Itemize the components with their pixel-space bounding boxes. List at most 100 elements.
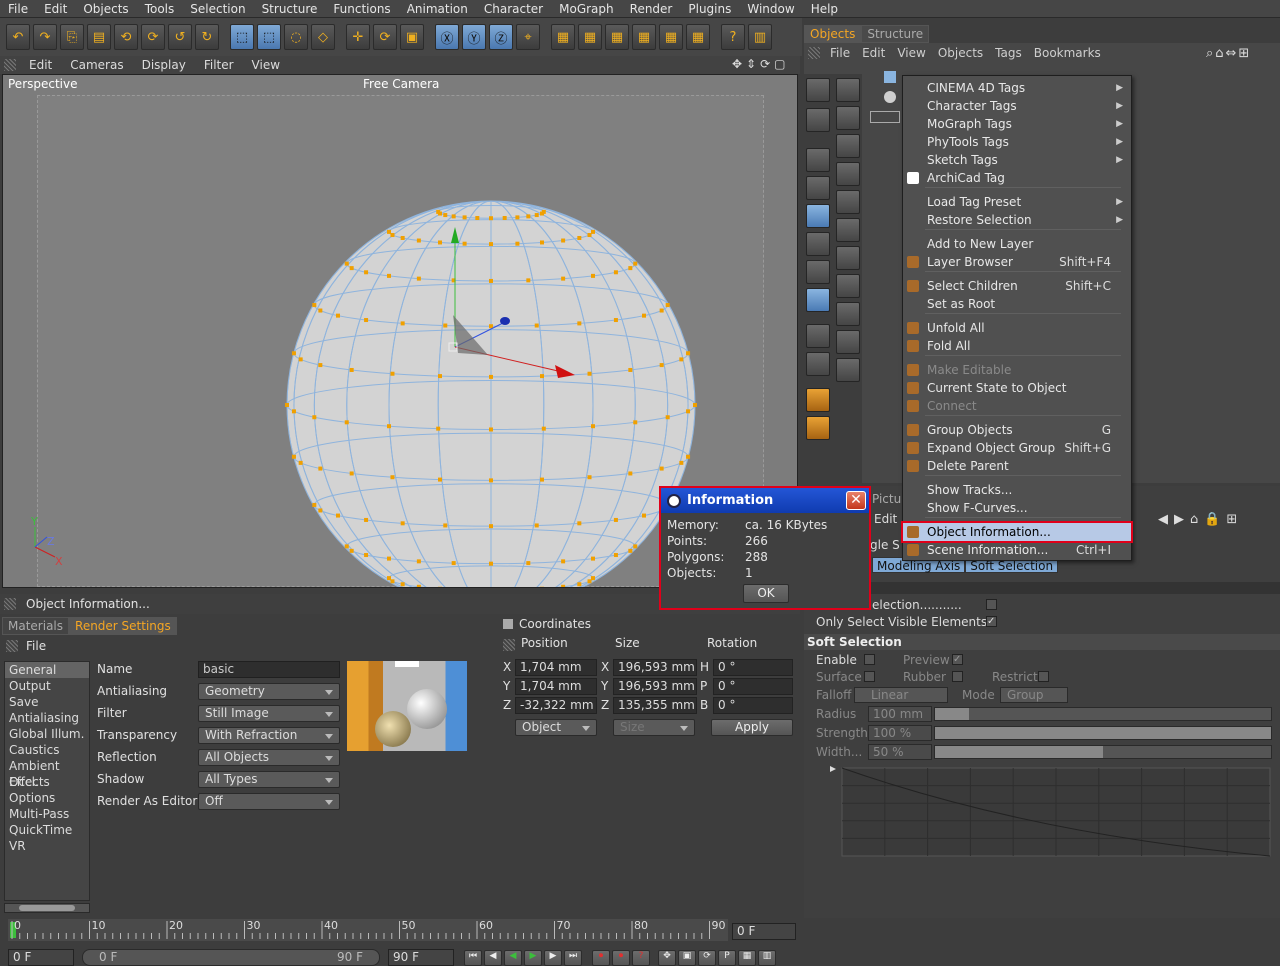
menu-item-show-f-curves[interactable]: Show F-Curves... [903, 499, 1131, 517]
mesh-point[interactable] [613, 270, 618, 275]
copy-icon[interactable]: ⎘ [60, 24, 84, 50]
size-input[interactable]: 135,355 mm [613, 697, 697, 714]
mesh-point[interactable] [577, 235, 582, 240]
mesh-point[interactable] [443, 523, 448, 528]
character-icon[interactable] [806, 388, 830, 412]
surface-checkbox[interactable] [864, 671, 875, 682]
mesh-point[interactable] [312, 303, 317, 308]
mesh-point[interactable] [577, 321, 582, 326]
mesh-point[interactable] [489, 324, 493, 329]
mesh-point[interactable] [390, 371, 395, 376]
only-visible-checkbox[interactable]: ✓ [986, 616, 997, 627]
mesh-point[interactable] [561, 584, 566, 588]
render-region-icon[interactable]: ▦ [578, 24, 602, 50]
objects-menu-file[interactable]: File [824, 46, 856, 60]
menu-render[interactable]: Render [622, 0, 681, 18]
menu-item-current-state-to-object[interactable]: Current State to Object [903, 379, 1131, 397]
go-to-start-icon[interactable]: ⏮ [464, 950, 482, 966]
mesh-point[interactable] [686, 454, 691, 459]
mesh-point[interactable] [416, 238, 421, 243]
menu-item-make-editable[interactable]: Make Editable [903, 361, 1131, 379]
menu-item-object-information[interactable]: Object Information... [901, 521, 1133, 543]
viewport-menu-edit[interactable]: Edit [20, 58, 61, 72]
mesh-point[interactable] [633, 420, 638, 425]
render-settings-item[interactable]: Caustics [5, 742, 89, 758]
points-mode-icon[interactable] [806, 204, 830, 228]
strength-input[interactable]: 100 % [868, 725, 932, 741]
mesh-point[interactable] [613, 517, 618, 522]
apply-button[interactable]: Apply [711, 719, 793, 736]
menu-tools[interactable]: Tools [137, 0, 183, 18]
menu-mograph[interactable]: MoGraph [551, 0, 622, 18]
render-settings-item[interactable]: Effects [5, 774, 89, 790]
grid-icon[interactable] [836, 358, 860, 382]
menu-item-expand-object-group[interactable]: Expand Object Group Shift+G [903, 439, 1131, 457]
mesh-point[interactable] [344, 420, 349, 425]
objects-menu-objects[interactable]: Objects [932, 46, 989, 60]
mesh-point[interactable] [489, 427, 493, 432]
enable-checkbox[interactable] [864, 654, 875, 665]
mesh-point[interactable] [489, 524, 493, 529]
render-field-dropdown[interactable]: Off [198, 793, 340, 810]
mesh-point[interactable] [438, 374, 442, 379]
paste-icon[interactable]: ▤ [87, 24, 111, 50]
camera-icon[interactable] [836, 302, 860, 326]
render-settings-item[interactable]: Options [5, 790, 89, 806]
mesh-point[interactable] [390, 475, 395, 480]
current-frame-field[interactable]: 0 F [732, 923, 796, 940]
mesh-point[interactable] [633, 544, 638, 549]
viewport-menu-filter[interactable]: Filter [195, 58, 243, 72]
x-axis-icon[interactable]: Ⓧ [435, 24, 459, 50]
mesh-point[interactable] [577, 521, 582, 526]
mesh-point[interactable] [364, 318, 369, 323]
rotate-icon[interactable]: ⟳ [373, 24, 397, 50]
scale-icon[interactable]: ▣ [400, 24, 424, 50]
forward-icon[interactable]: ↻ [195, 24, 219, 50]
menu-item-add-to-new-layer[interactable]: Add to New Layer [903, 235, 1131, 253]
start-frame-field[interactable]: 0 F [8, 949, 74, 966]
selection-checkbox[interactable] [986, 599, 997, 610]
mesh-point[interactable] [318, 508, 323, 513]
mesh-point[interactable] [628, 266, 633, 271]
viewport-menu-view[interactable]: View [243, 58, 289, 72]
mesh-point[interactable] [591, 576, 595, 581]
mesh-point[interactable] [613, 553, 618, 558]
pla-key-icon[interactable]: ▦ [738, 950, 756, 966]
viewport-menu-display[interactable]: Display [133, 58, 195, 72]
close-icon[interactable]: ✕ [846, 491, 866, 510]
menu-item-unfold-all[interactable]: Unfold All [903, 319, 1131, 337]
keyframe-selection-icon[interactable]: ? [632, 950, 650, 966]
menu-edit[interactable]: Edit [36, 0, 75, 18]
mesh-point[interactable] [540, 240, 544, 245]
menu-item-phytools-tags[interactable]: PhyTools Tags ▶ [903, 133, 1131, 151]
strength-slider[interactable] [934, 726, 1272, 740]
mesh-point[interactable] [451, 214, 456, 219]
camera-undo-icon[interactable]: ⟲ [114, 24, 138, 50]
mesh-point[interactable] [344, 261, 349, 266]
menu-item-group-objects[interactable]: Group Objects G [903, 421, 1131, 439]
lasso-selection-icon[interactable]: ◌ [284, 24, 308, 50]
light-icon[interactable] [836, 274, 860, 298]
array-icon[interactable] [836, 162, 860, 186]
mode-dropdown[interactable]: Group [1000, 687, 1068, 703]
mesh-point[interactable] [364, 270, 369, 275]
menu-animation[interactable]: Animation [399, 0, 476, 18]
mesh-point[interactable] [591, 424, 595, 429]
menu-item-cinema-4d-tags[interactable]: CINEMA 4D Tags ▶ [903, 79, 1131, 97]
camera-redo-icon[interactable]: ⟳ [141, 24, 165, 50]
mesh-point[interactable] [659, 308, 664, 313]
mesh-point[interactable] [489, 278, 493, 283]
menu-file[interactable]: File [0, 0, 36, 18]
mesh-point[interactable] [587, 233, 592, 238]
mesh-point[interactable] [540, 477, 544, 482]
mesh-point[interactable] [400, 321, 405, 326]
render-settings-item[interactable]: Output [5, 678, 89, 694]
mesh-point[interactable] [462, 241, 467, 246]
size-mode-dropdown[interactable]: Size [613, 719, 695, 736]
menu-item-archicad-tag[interactable]: ArchiCad Tag [903, 169, 1131, 187]
render-picture-icon[interactable]: ▦ [605, 24, 629, 50]
rectangle-selection-icon[interactable]: ⬚ [257, 24, 281, 50]
mesh-point[interactable] [387, 556, 391, 561]
workplane-icon[interactable] [806, 352, 830, 376]
mesh-point[interactable] [298, 460, 303, 465]
